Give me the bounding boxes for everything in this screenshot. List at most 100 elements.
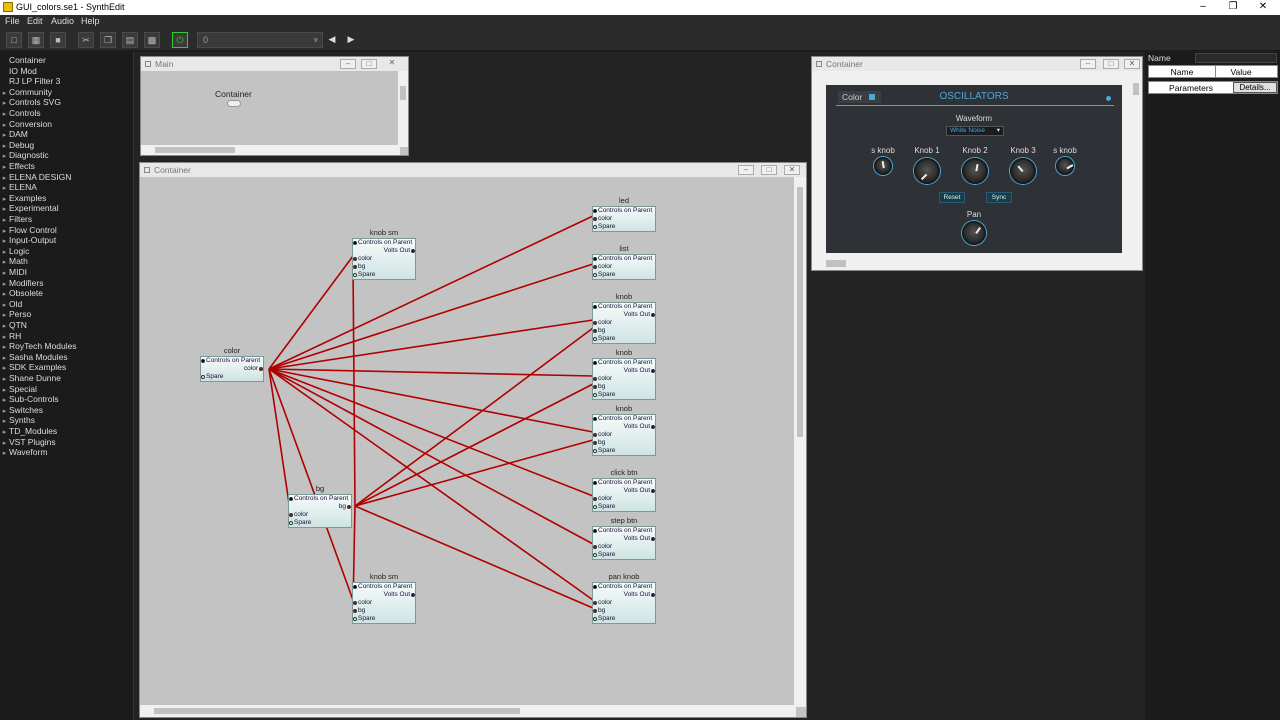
sidebar-item-controls-svg[interactable]: ▸ Controls SVG [0, 97, 61, 108]
sidebar-item-obsolete[interactable]: ▸ Obsolete [0, 288, 43, 299]
column-name[interactable]: Name [1149, 67, 1215, 77]
sidebar-item-perso[interactable]: ▸ Perso [0, 309, 31, 320]
paste-icon[interactable]: ▤ [122, 32, 138, 48]
sidebar-item-waveform[interactable]: ▸ Waveform [0, 447, 48, 458]
pin-controls-on-parent[interactable]: Controls on Parent [289, 495, 351, 503]
sidebar-item-container[interactable]: Container [0, 55, 46, 66]
pin-color[interactable]: color [593, 495, 655, 503]
knob-3[interactable] [1010, 158, 1036, 184]
pin-controls-on-parent[interactable]: Controls on Parent [593, 583, 655, 591]
vertical-scrollbar[interactable] [398, 71, 408, 147]
module-click-btn[interactable]: Controls on Parent Volts Out color Spare [592, 478, 656, 512]
vertical-scrollbar[interactable] [794, 177, 806, 707]
pin-bg[interactable]: bg [593, 327, 655, 335]
pin-spare[interactable]: Spare [593, 447, 655, 455]
wire-color[interactable] [268, 368, 594, 377]
pin-spare[interactable]: Spare [593, 615, 655, 623]
sidebar-item-td-modules[interactable]: ▸ TD_Modules [0, 426, 57, 437]
maximize-icon[interactable]: □ [361, 59, 377, 69]
pin-color[interactable]: color [593, 375, 655, 383]
pin-controls-on-parent[interactable]: Controls on Parent [593, 255, 655, 263]
save-icon[interactable]: ■ [50, 32, 66, 48]
sidebar-item-dam[interactable]: ▸ DAM [0, 129, 28, 140]
pin-bg[interactable]: bg [353, 607, 415, 615]
pan-knob[interactable] [962, 221, 986, 245]
vertical-scrollbar[interactable] [1130, 71, 1142, 257]
module-pan-knob[interactable]: Controls on Parent Volts Out color bg Spare [592, 582, 656, 624]
sidebar-item-logic[interactable]: ▸ Logic [0, 246, 30, 257]
pin-volts-out[interactable]: Volts Out [593, 591, 655, 599]
menu-audio[interactable]: Audio [51, 16, 74, 26]
sidebar-item-conversion[interactable]: ▸ Conversion [0, 119, 52, 130]
module-knob1[interactable]: Controls on Parent Volts Out color bg Spare [592, 302, 656, 344]
pin-spare[interactable]: Spare [289, 519, 351, 527]
sidebar-item-modifiers[interactable]: ▸ Modifiers [0, 278, 44, 289]
name-input[interactable] [1195, 53, 1277, 63]
waveform-select[interactable]: White Noise ▾ [946, 126, 1004, 136]
panel-window-titlebar[interactable]: Container – □ ✕ [812, 57, 1142, 71]
module-color-src[interactable]: Controls on Parent color Spare [200, 356, 264, 382]
pin-spare[interactable]: Spare [593, 551, 655, 559]
pin-color[interactable]: color [593, 263, 655, 271]
wire-color[interactable] [268, 255, 354, 370]
wire-color[interactable] [268, 263, 594, 370]
main-window-titlebar[interactable]: Main – □ ✕ [141, 57, 408, 71]
s-knob-right[interactable] [1056, 157, 1074, 175]
sidebar-item-special[interactable]: ▸ Special [0, 384, 37, 395]
prev-arrow-icon[interactable]: ◀ [324, 32, 340, 48]
minimize-icon[interactable]: – [1188, 0, 1218, 15]
preset-combo[interactable]: 0 ▾ [197, 32, 323, 48]
sidebar-item-vst-plugins[interactable]: ▸ VST Plugins [0, 437, 56, 448]
sidebar-item-debug[interactable]: ▸ Debug [0, 140, 34, 151]
sidebar-item-rh[interactable]: ▸ RH [0, 331, 22, 342]
sidebar-item-input-output[interactable]: ▸ Input-Output [0, 235, 57, 246]
pin-bg[interactable]: bg [593, 439, 655, 447]
minimize-icon[interactable]: – [1080, 59, 1096, 69]
pin-controls-on-parent[interactable]: Controls on Parent [593, 527, 655, 535]
sidebar-item-sdk-examples[interactable]: ▸ SDK Examples [0, 362, 66, 373]
sidebar-item-examples[interactable]: ▸ Examples [0, 193, 47, 204]
sidebar-item-synths[interactable]: ▸ Synths [0, 415, 35, 426]
sidebar-item-flow-control[interactable]: ▸ Flow Control [0, 225, 57, 236]
sidebar-item-diagnostic[interactable]: ▸ Diagnostic [0, 150, 49, 161]
maximize-icon[interactable]: □ [1103, 59, 1119, 69]
pin-spare[interactable]: Spare [593, 503, 655, 511]
module-knob3[interactable]: Controls on Parent Volts Out color bg Spare [592, 414, 656, 456]
wire-color[interactable] [268, 368, 594, 433]
module-list[interactable]: Controls on Parent color Spare [592, 254, 656, 280]
sidebar-item-elena[interactable]: ▸ ELENA [0, 182, 37, 193]
menu-edit[interactable]: Edit [27, 16, 43, 26]
open-file-icon[interactable]: ▦ [28, 32, 44, 48]
horizontal-scrollbar[interactable] [140, 705, 796, 717]
pin-color[interactable]: color [593, 599, 655, 607]
copy-icon[interactable]: ❐ [100, 32, 116, 48]
minimize-icon[interactable]: – [340, 59, 356, 69]
module-knob-sm-bottom[interactable]: Controls on Parent Volts Out color bg Spare [352, 582, 416, 624]
menu-file[interactable]: File [5, 16, 20, 26]
pin-volts-out[interactable]: Volts Out [353, 247, 415, 255]
restore-icon[interactable]: ❐ [1218, 0, 1248, 15]
sidebar-item-community[interactable]: ▸ Community [0, 87, 52, 98]
sidebar-item-elena-design[interactable]: ▸ ELENA DESIGN [0, 172, 72, 183]
module-bg-src[interactable]: Controls on Parent bg color Spare [288, 494, 352, 528]
reset-button[interactable]: Reset [939, 192, 965, 203]
delete-icon[interactable]: ▩ [144, 32, 160, 48]
pin-controls-on-parent[interactable]: Controls on Parent [353, 239, 415, 247]
pin-bg[interactable]: bg [593, 383, 655, 391]
horizontal-scrollbar[interactable] [812, 257, 1132, 270]
sidebar-item-old[interactable]: ▸ Old [0, 299, 23, 310]
pin-color[interactable]: color [353, 599, 415, 607]
pin-volts-out[interactable]: Volts Out [593, 487, 655, 495]
pin-bg[interactable]: bg [353, 263, 415, 271]
sidebar-item-roytech-modules[interactable]: ▸ RoyTech Modules [0, 341, 77, 352]
power-icon[interactable]: ⏻ [172, 32, 188, 48]
next-arrow-icon[interactable]: ▶ [343, 32, 359, 48]
pin-volts-out[interactable]: Volts Out [593, 311, 655, 319]
wire-color[interactable] [268, 368, 594, 497]
wire-color[interactable] [268, 215, 594, 370]
pin-spare[interactable]: Spare [201, 373, 263, 381]
horizontal-scrollbar[interactable] [141, 145, 400, 155]
close-icon[interactable]: ✕ [1124, 59, 1140, 69]
sidebar-item-io-mod[interactable]: IO Mod [0, 66, 37, 77]
menu-help[interactable]: Help [81, 16, 100, 26]
